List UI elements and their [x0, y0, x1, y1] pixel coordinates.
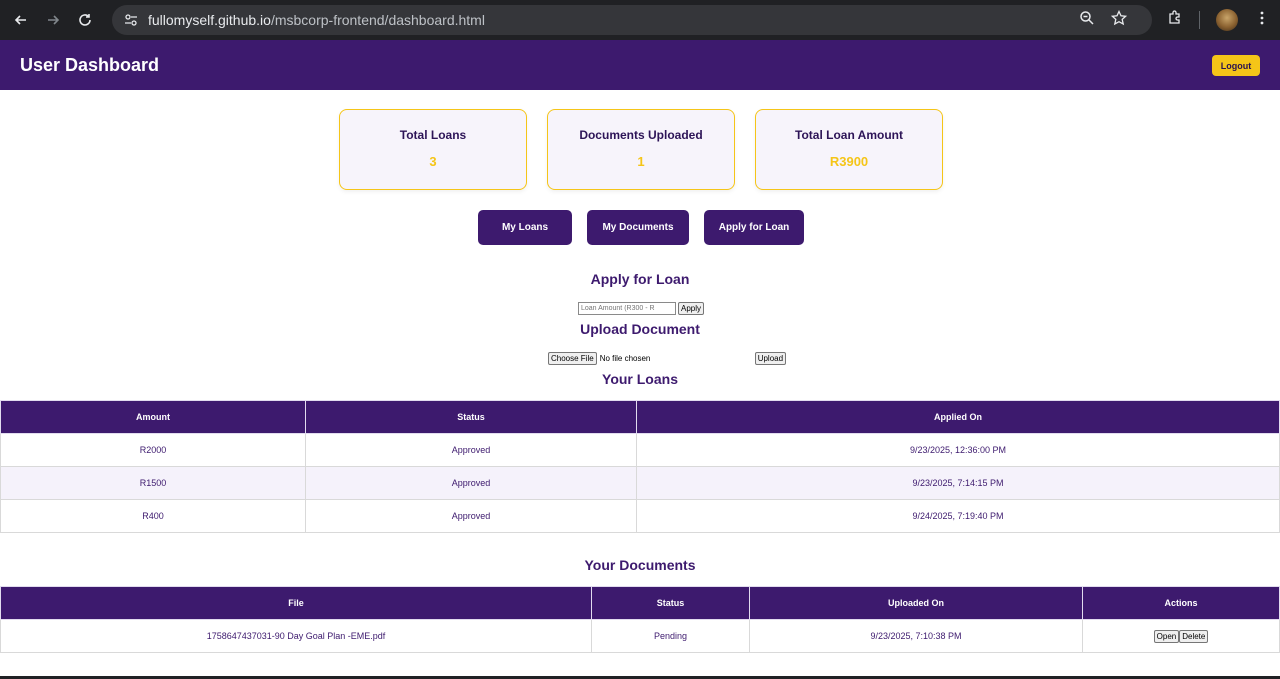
- profile-avatar[interactable]: [1216, 9, 1238, 31]
- column-header-status: Status: [305, 400, 637, 434]
- zoom-icon[interactable]: [1079, 10, 1095, 31]
- loans-section-title: Your Loans: [602, 371, 678, 387]
- loan-application-form: Apply: [578, 302, 705, 315]
- upload-section-title: Upload Document: [580, 321, 700, 337]
- loan-date-cell: 9/23/2025, 12:36:00 PM: [636, 433, 1280, 467]
- url-path: /msbcorp-frontend/dashboard.html: [270, 12, 485, 28]
- browser-toolbar: fullomyself.github.io/msbcorp-frontend/d…: [0, 0, 1280, 40]
- table-row: 1758647437031-90 Day Goal Plan -EME.pdf …: [0, 619, 1280, 653]
- forward-icon[interactable]: [42, 9, 64, 31]
- documents-section-title: Your Documents: [584, 557, 696, 573]
- my-loans-button[interactable]: My Loans: [478, 210, 572, 245]
- extensions-icon[interactable]: [1167, 9, 1183, 31]
- stats-cards: Total Loans 3 Documents Uploaded 1 Total…: [339, 109, 943, 190]
- loan-amount-cell: R1500: [0, 466, 306, 500]
- stat-label: Documents Uploaded: [579, 128, 703, 142]
- apply-section-title: Apply for Loan: [590, 271, 690, 287]
- delete-document-button[interactable]: Delete: [1179, 629, 1209, 643]
- apply-for-loan-button[interactable]: Apply for Loan: [704, 210, 804, 245]
- url-host: fullomyself.github.io: [148, 12, 271, 28]
- document-status-cell: Pending: [591, 619, 750, 653]
- apply-submit-button[interactable]: Apply: [678, 302, 705, 315]
- open-document-button[interactable]: Open: [1153, 629, 1180, 643]
- loan-amount-input[interactable]: [578, 302, 676, 315]
- loan-status-cell: Approved: [305, 499, 637, 533]
- loan-status-cell: Approved: [305, 433, 637, 467]
- stat-label: Total Loans: [399, 128, 467, 142]
- loans-table: Amount Status Applied On R2000 Approved …: [0, 400, 1280, 533]
- table-header-row: Amount Status Applied On: [0, 400, 1280, 434]
- browser-actions: [1079, 9, 1270, 31]
- page-title: User Dashboard: [20, 54, 160, 75]
- stat-card-total-loan-amount: Total Loan Amount R3900: [755, 109, 943, 190]
- loan-date-cell: 9/23/2025, 7:14:15 PM: [636, 466, 1280, 500]
- table-row: R2000 Approved 9/23/2025, 12:36:00 PM: [0, 433, 1280, 467]
- menu-kebab-icon[interactable]: [1254, 10, 1270, 31]
- stat-value: 3: [429, 154, 437, 169]
- site-settings-icon[interactable]: [122, 11, 140, 29]
- table-row: R400 Approved 9/24/2025, 7:19:40 PM: [0, 499, 1280, 533]
- column-header-file: File: [0, 586, 592, 620]
- loan-amount-cell: R400: [0, 499, 306, 533]
- app-header: User Dashboard Logout: [0, 40, 1280, 90]
- stat-value: 1: [637, 154, 645, 169]
- loan-status-cell: Approved: [305, 466, 637, 500]
- toolbar-divider: [1199, 11, 1200, 29]
- choose-file-button[interactable]: Choose File: [548, 352, 597, 365]
- upload-submit-button[interactable]: Upload: [754, 352, 787, 365]
- document-actions-cell: Open Delete: [1082, 619, 1280, 653]
- reload-icon[interactable]: [74, 9, 96, 31]
- column-header-status: Status: [591, 586, 750, 620]
- column-header-uploaded-on: Uploaded On: [749, 586, 1083, 620]
- dashboard-nav: My Loans My Documents Apply for Loan: [478, 210, 804, 245]
- url-text: fullomyself.github.io/msbcorp-frontend/d…: [148, 12, 485, 28]
- bookmark-star-icon[interactable]: [1110, 9, 1128, 31]
- document-upload-form: Choose File No file chosen Upload: [548, 352, 787, 365]
- stat-label: Total Loan Amount: [795, 128, 903, 142]
- loan-date-cell: 9/24/2025, 7:19:40 PM: [636, 499, 1280, 533]
- documents-table: File Status Uploaded On Actions 17586474…: [0, 586, 1280, 653]
- column-header-applied-on: Applied On: [636, 400, 1280, 434]
- file-status-text: No file chosen: [599, 354, 651, 363]
- stat-card-documents-uploaded: Documents Uploaded 1: [547, 109, 735, 190]
- stat-value: R3900: [829, 154, 869, 169]
- column-header-actions: Actions: [1082, 586, 1280, 620]
- back-icon[interactable]: [10, 9, 32, 31]
- loan-amount-cell: R2000: [0, 433, 306, 467]
- column-header-amount: Amount: [0, 400, 306, 434]
- table-row: R1500 Approved 9/23/2025, 7:14:15 PM: [0, 466, 1280, 500]
- table-header-row: File Status Uploaded On Actions: [0, 586, 1280, 620]
- stat-card-total-loans: Total Loans 3: [339, 109, 527, 190]
- address-bar[interactable]: fullomyself.github.io/msbcorp-frontend/d…: [112, 5, 1152, 35]
- my-documents-button[interactable]: My Documents: [587, 210, 689, 245]
- logout-button[interactable]: Logout: [1212, 55, 1260, 76]
- document-file-cell: 1758647437031-90 Day Goal Plan -EME.pdf: [0, 619, 592, 653]
- document-date-cell: 9/23/2025, 7:10:38 PM: [749, 619, 1083, 653]
